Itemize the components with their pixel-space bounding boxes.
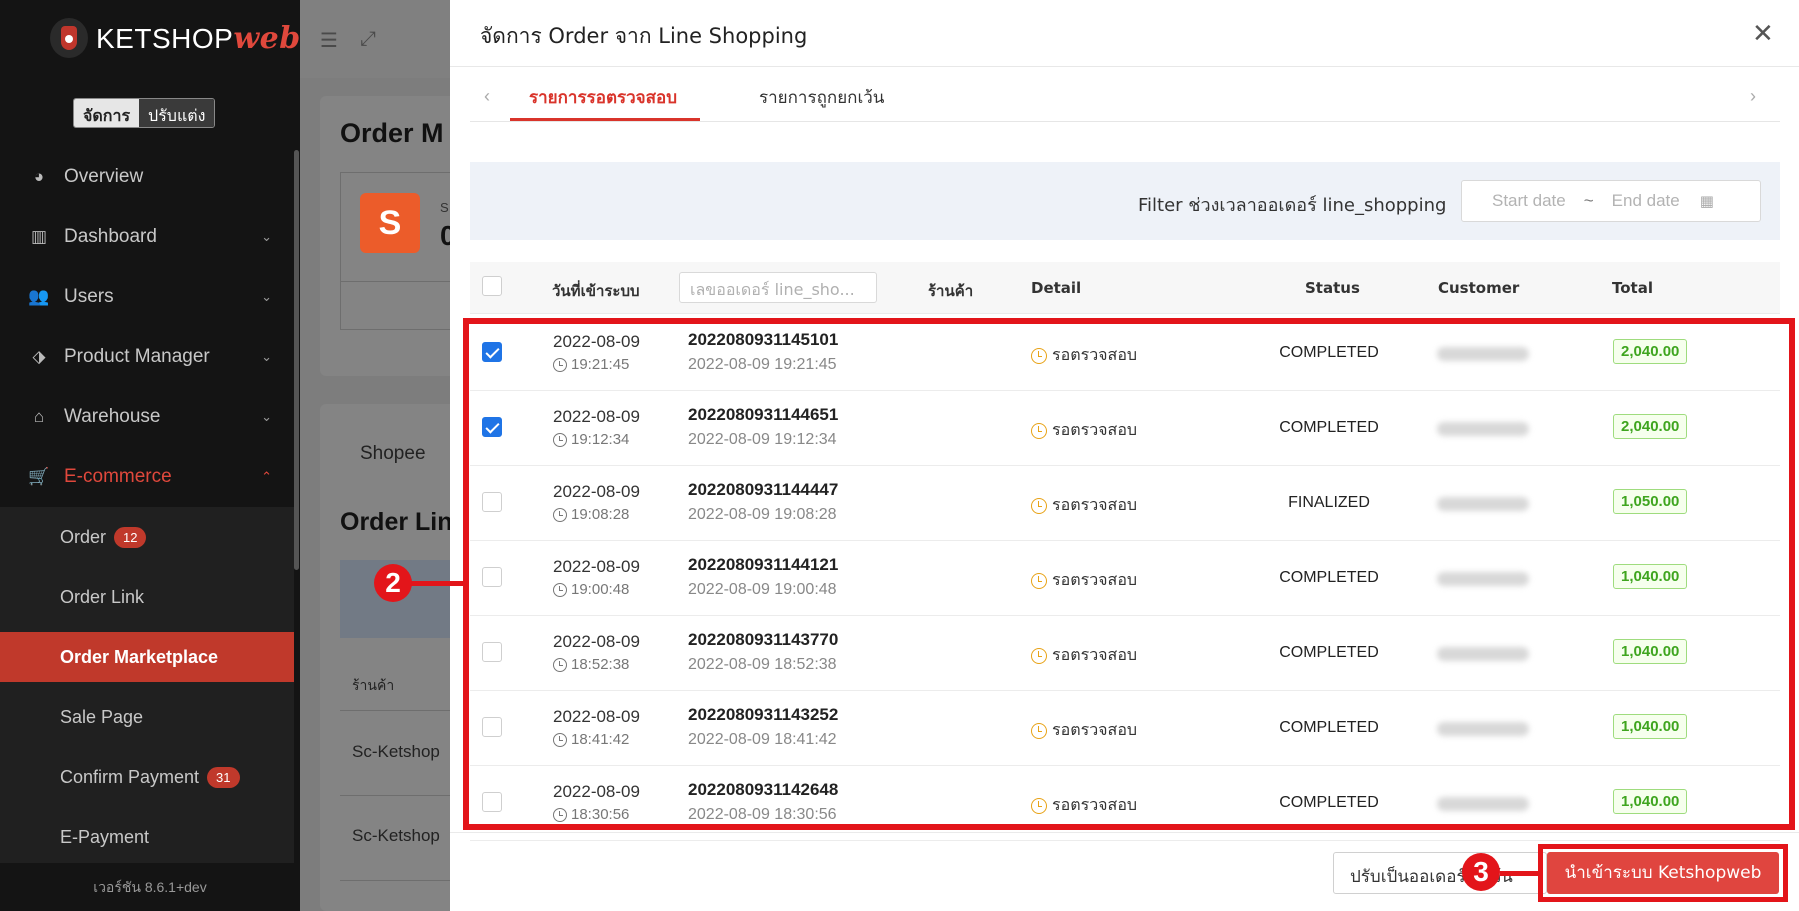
sidebar-item-dashboard[interactable]: ▥ Dashboard ⌄: [0, 209, 294, 265]
pie-chart-icon: ◕: [33, 167, 45, 186]
sidebar-subitem-order-marketplace[interactable]: Order Marketplace: [0, 632, 294, 682]
warehouse-icon: ⌂: [33, 407, 45, 426]
background-row: Sc-Ketshop: [352, 826, 440, 845]
sidebar-subitem-e-payment[interactable]: E-Payment: [0, 812, 294, 862]
tab-shopee[interactable]: Shopee: [360, 443, 426, 465]
tab-scroll-left-icon[interactable]: ‹: [484, 86, 490, 107]
chevron-down-icon: ⌄: [261, 229, 272, 244]
sidebar-item-warehouse[interactable]: ⌂ Warehouse ⌄: [0, 389, 294, 445]
logo-mascot-icon: [50, 18, 88, 58]
menu-collapse-icon[interactable]: ☰: [320, 28, 338, 53]
sidebar-subitem-label: Order Marketplace: [60, 646, 219, 667]
end-date-input[interactable]: End date: [1612, 191, 1680, 211]
calendar-icon: ▦: [1699, 193, 1714, 210]
tabs-divider: [470, 121, 1780, 122]
background-section-title: Order Lin: [340, 508, 453, 536]
mode-customize-button[interactable]: ปรับแต่ง: [139, 99, 215, 127]
chevron-down-icon: ⌄: [261, 409, 272, 424]
version-label: เวอร์ชัน 8.6.1+dev: [93, 879, 207, 895]
tab-scroll-right-icon[interactable]: ›: [1750, 86, 1756, 107]
annotation-highlight-frame: [463, 318, 1795, 830]
background-peek-text: S: [440, 200, 449, 215]
column-header-customer: Customer: [1438, 279, 1520, 297]
shopee-logo-icon: S: [360, 193, 420, 253]
column-header-detail: Detail: [1031, 279, 1082, 297]
annotation-connector: [408, 581, 466, 586]
active-tab-indicator: [510, 118, 700, 121]
annotation-step-3: 3: [1462, 853, 1500, 891]
mode-manage-button[interactable]: จัดการ: [74, 99, 140, 127]
bar-chart-icon: ▥: [30, 227, 48, 246]
table-header: [470, 262, 1780, 314]
logo-main: KETSHOP: [96, 22, 234, 54]
sidebar-item-label: Users: [64, 286, 114, 307]
date-range-picker[interactable]: Start date ~ End date ▦: [1461, 180, 1761, 222]
confirm-payment-count-badge: 31: [207, 766, 240, 788]
tab-pending-review[interactable]: รายการรอตรวจสอบ: [529, 84, 677, 111]
modal-footer-divider: [450, 832, 1799, 833]
tags-icon: ⬗: [32, 347, 46, 366]
tab-excluded[interactable]: รายการถูกยกเว้น: [759, 84, 884, 111]
logo[interactable]: KETSHOPweb: [50, 18, 301, 58]
sidebar-item-label: E-commerce: [64, 466, 172, 487]
background-col-shop: ร้านค้า: [352, 678, 395, 694]
logo-text: KETSHOPweb: [96, 21, 301, 56]
cart-icon: 🛒: [28, 467, 50, 486]
column-header-date[interactable]: วันที่เข้าระบบ: [552, 279, 640, 303]
order-number-search-input[interactable]: เลขออเดอร์ line_sho...: [679, 272, 877, 303]
sidebar-scrollbar[interactable]: [294, 150, 299, 570]
column-header-shop: ร้านค้า: [928, 282, 974, 300]
filter-label: Filter ช่วงเวลาออเดอร์ line_shopping: [1138, 195, 1447, 216]
sidebar-item-label: Warehouse: [64, 406, 161, 427]
sidebar-item-label: Overview: [64, 166, 144, 187]
users-icon: 👥: [28, 287, 50, 306]
column-header-status: Status: [1305, 279, 1360, 297]
fullscreen-icon[interactable]: ⤢: [360, 28, 376, 51]
chevron-down-icon: ⌄: [261, 289, 272, 304]
sidebar-item-overview[interactable]: ◕ Overview: [0, 149, 294, 205]
sidebar-item-label: Product Manager: [64, 346, 210, 367]
sidebar-item-label: Dashboard: [64, 226, 157, 247]
annotation-connector: [1500, 871, 1540, 876]
sidebar-subitem-order-link[interactable]: Order Link: [0, 572, 294, 622]
sidebar: KETSHOPweb จัดการ ปรับแต่ง ◕ Overview ▥ …: [0, 0, 300, 911]
sidebar-subitem-confirm-payment[interactable]: Confirm Payment 31: [0, 752, 294, 802]
sidebar-item-ecommerce[interactable]: 🛒 E-commerce ⌃: [0, 449, 294, 505]
sidebar-subitem-order[interactable]: Order 12: [0, 512, 294, 562]
modal-title: จัดการ Order จาก Line Shopping: [480, 24, 808, 48]
date-range-separator: ~: [1583, 191, 1594, 210]
sidebar-item-users[interactable]: 👥 Users ⌄: [0, 269, 294, 325]
chevron-up-icon: ⌃: [261, 469, 272, 484]
close-icon[interactable]: ✕: [1752, 20, 1774, 46]
sidebar-subitem-label: Confirm Payment: [60, 766, 200, 787]
background-row: Sc-Ketshop: [352, 742, 440, 761]
chevron-down-icon: ⌄: [261, 349, 272, 364]
annotation-step-2: 2: [374, 564, 412, 602]
sidebar-subitem-label: E-Payment: [60, 826, 150, 847]
order-count-badge: 12: [114, 526, 147, 548]
sidebar-item-product-manager[interactable]: ⬗ Product Manager ⌄: [0, 329, 294, 385]
logo-accent: web: [233, 20, 301, 56]
sidebar-subitem-label: Order: [60, 526, 107, 547]
sidebar-subitem-sale-page[interactable]: Sale Page: [0, 692, 294, 742]
sidebar-subitem-label: Sale Page: [60, 706, 144, 727]
mode-toggle[interactable]: จัดการ ปรับแต่ง: [73, 98, 216, 128]
divider: [450, 66, 1799, 67]
select-all-checkbox[interactable]: [482, 276, 502, 296]
column-header-total: Total: [1612, 279, 1653, 297]
start-date-input[interactable]: Start date: [1492, 191, 1566, 211]
sidebar-subitem-label: Order Link: [60, 586, 145, 607]
background-page-title: Order M: [340, 118, 444, 148]
import-to-ketshopweb-button[interactable]: นำเข้าระบบ Ketshopweb: [1547, 852, 1779, 894]
